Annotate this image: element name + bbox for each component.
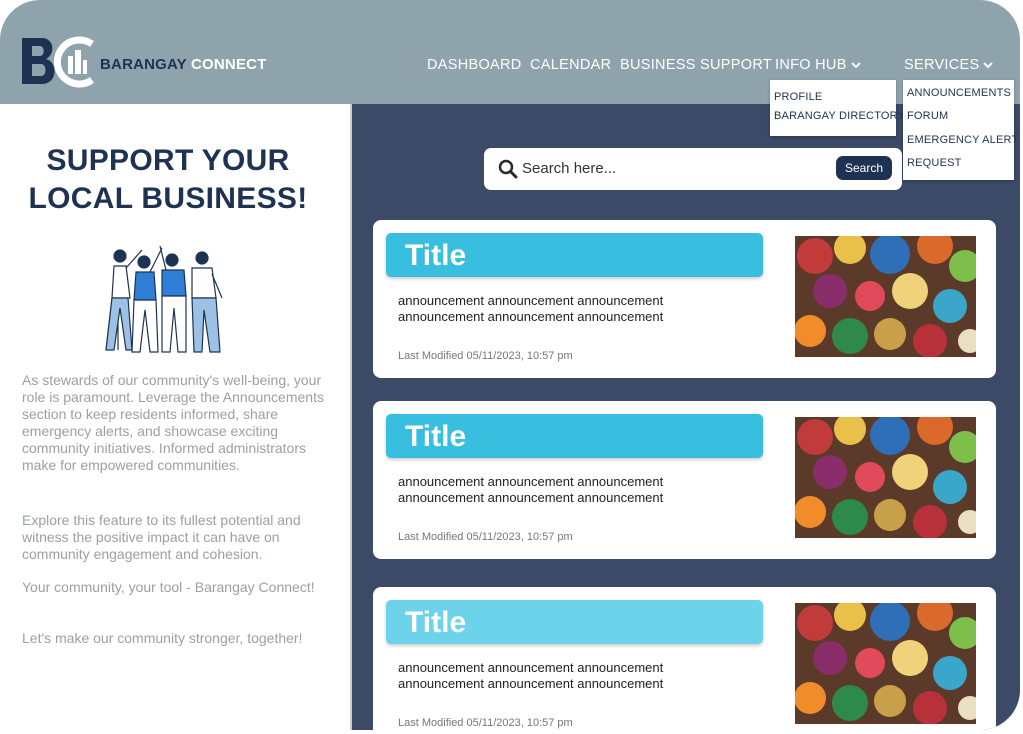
nav-info-hub-label: INFO HUB [775,57,847,73]
card-modified-date: Last Modified 05/11/2023, 10:57 pm [398,531,573,543]
nav-info-hub[interactable]: INFO HUB [775,57,861,73]
menu-item-forum[interactable]: FORUM [907,110,948,122]
menu-item-barangay-directory[interactable]: BARANGAY DIRECTORY [774,110,905,122]
card-modified-date: Last Modified 05/11/2023, 10:57 pm [398,350,573,362]
search-input[interactable]: Search here... [522,160,616,177]
nav-calendar[interactable]: CALENDAR [530,57,611,73]
card-body: announcement announcement announcement an… [398,293,663,325]
announcement-card[interactable]: Title announcement announcement announce… [373,401,996,559]
card-title-bar: Title [386,600,763,644]
card-title-bar: Title [386,233,763,277]
card-title-bar: Title [386,414,763,458]
card-modified-date: Last Modified 05/11/2023, 10:57 pm [398,717,573,729]
search-bar[interactable]: Search here... Search [484,148,902,190]
people-illustration [105,245,223,353]
services-dropdown: ANNOUNCEMENTS FORUM EMERGENCY ALERT REQU… [903,80,1018,180]
menu-item-profile[interactable]: PROFILE [774,91,822,103]
card-title: Title [405,420,467,453]
brand-name: BARANGAY CONNECT [100,56,267,73]
search-button[interactable]: Search [836,156,892,180]
card-title: Title [405,239,467,272]
sidebar-paragraph-2: Explore this feature to its fullest pote… [22,512,301,562]
card-body-line: announcement announcement announcement [398,490,664,505]
market-photo [795,603,976,724]
sidebar-panel: SUPPORT YOUR LOCAL BUSINESS! As stewards… [0,104,350,730]
info-hub-dropdown: PROFILE BARANGAY DIRECTORY [770,80,905,136]
chevron-down-icon [850,62,861,69]
card-body: announcement announcement announcement an… [398,474,663,506]
market-photo [795,236,976,357]
card-title: Title [405,606,467,639]
menu-item-request[interactable]: REQUEST [907,157,962,169]
card-body-line: announcement announcement announcement [398,676,664,691]
menu-item-announcements[interactable]: ANNOUNCEMENTS [907,87,1011,99]
card-body-line: announcement announcement announcement [398,293,664,308]
menu-item-emergency-alert[interactable]: EMERGENCY ALERT [907,134,1018,146]
card-body: announcement announcement announcement an… [398,660,663,692]
sidebar-paragraph-4: Let's make our community stronger, toget… [22,630,303,646]
search-icon [498,159,518,179]
app-window: BARANGAY CONNECT DASHBOARD CALENDAR BUSI… [0,0,1020,730]
nav-dashboard[interactable]: DASHBOARD [427,57,522,73]
card-body-line: announcement announcement announcement [398,474,664,489]
card-body-line: announcement announcement announcement [398,660,664,675]
card-body-line: announcement announcement announcement [398,309,664,324]
announcement-card[interactable]: Title announcement announcement announce… [373,220,996,378]
market-photo [795,417,976,538]
headline-line2: LOCAL BUSINESS! [28,182,308,215]
nav-services[interactable]: SERVICES [904,57,994,73]
nav-services-label: SERVICES [904,57,980,73]
sidebar-paragraph-3: Your community, your tool - Barangay Con… [22,579,315,595]
nav-business-support[interactable]: BUSINESS SUPPORT [620,57,772,73]
chevron-down-icon [983,62,994,69]
headline-line1: SUPPORT YOUR [46,144,290,177]
bc-logo-icon[interactable] [20,34,98,90]
sidebar-paragraph-1: As stewards of our community's well-bein… [22,372,324,473]
announcement-card[interactable]: Title announcement announcement announce… [373,587,996,730]
